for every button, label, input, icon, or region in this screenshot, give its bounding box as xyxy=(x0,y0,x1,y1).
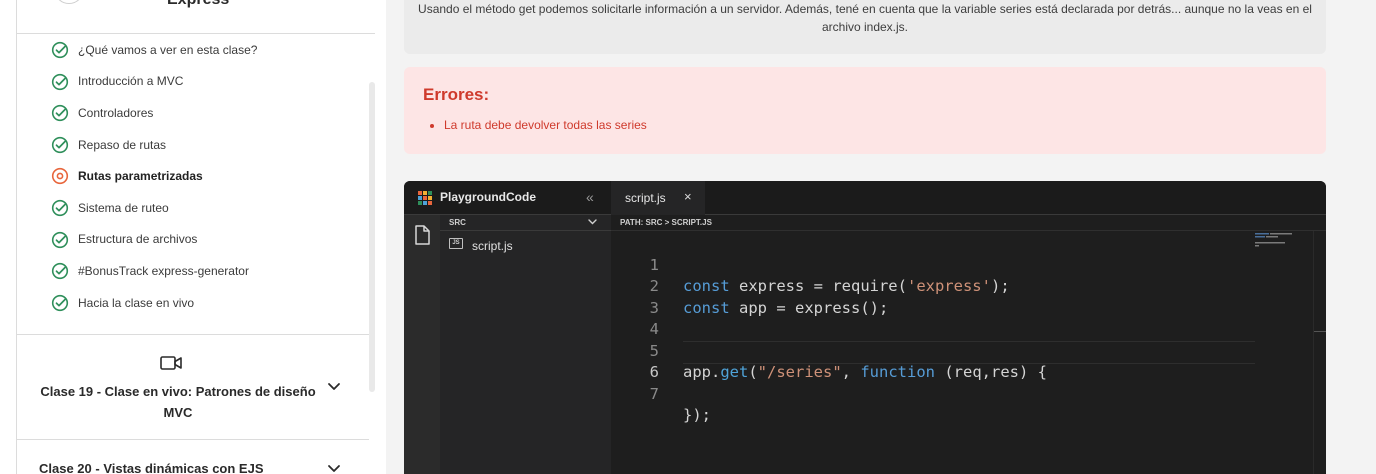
lesson-label: ¿Qué vamos a ver en esta clase? xyxy=(78,42,258,57)
minimap[interactable] xyxy=(1255,233,1315,253)
check-circle-icon xyxy=(51,199,69,217)
lesson-label: Controladores xyxy=(78,105,154,120)
playground-code: PlaygroundCode « script.js × SRC JS scri… xyxy=(404,181,1326,474)
playground-header: PlaygroundCode « script.js × xyxy=(404,181,1326,215)
editor-scrollbar[interactable] xyxy=(1313,231,1326,474)
code-line: 4 xyxy=(611,298,1326,338)
chevron-down-icon[interactable] xyxy=(588,219,597,225)
lesson-label: Estructura de archivos xyxy=(78,232,198,247)
lesson-item[interactable]: Controladores xyxy=(17,97,367,129)
path-label: PATH: SRC > SCRIPT.JS xyxy=(620,218,712,227)
clase-19-title: Clase 19 - Clase en vivo: Patrones de di… xyxy=(40,384,316,420)
instructions-text: Usando el método get podemos solicitarle… xyxy=(418,2,1312,34)
tab-label: script.js xyxy=(625,191,666,205)
check-circle-icon xyxy=(51,41,69,59)
check-circle-icon xyxy=(51,231,69,248)
code-line: 3 xyxy=(611,276,1326,317)
file-explorer: SRC JS script.js xyxy=(440,215,611,474)
lesson-list: ¿Qué vamos a ver en esta clase? Introduc… xyxy=(17,34,367,318)
module-title: Express xyxy=(167,0,229,9)
code-area[interactable]: 1 const express = require('express'); 2 … xyxy=(611,233,1326,425)
collapse-sidebar-icon[interactable]: « xyxy=(586,189,594,205)
check-circle-icon xyxy=(51,263,69,280)
sidebar-scrollbar[interactable] xyxy=(369,82,375,392)
file-path: PATH: SRC > SCRIPT.JS xyxy=(611,215,1326,231)
error-item: La ruta debe devolver todas las series xyxy=(444,118,647,132)
lesson-label: Rutas parametrizadas xyxy=(78,169,203,184)
lesson-label: Introducción a MVC xyxy=(78,74,184,89)
lesson-item[interactable]: Hacia la clase en vivo xyxy=(17,287,367,319)
instructions-card: Usando el método get podemos solicitarle… xyxy=(404,0,1326,54)
video-camera-icon xyxy=(160,356,182,370)
lesson-item[interactable]: Repaso de rutas xyxy=(17,129,367,161)
clase-19-section[interactable]: Clase 19 - Clase en vivo: Patrones de di… xyxy=(17,335,369,439)
page: Express ¿Qué vamos a ver en esta clase? … xyxy=(0,0,1376,474)
files-icon[interactable] xyxy=(413,225,431,245)
playground-title: PlaygroundCode xyxy=(440,190,537,204)
main-content: Usando el método get podemos solicitarle… xyxy=(386,0,1376,474)
code-line: 1 const express = require('express'); xyxy=(611,233,1326,296)
tab-script-js[interactable]: script.js × xyxy=(611,181,705,215)
in-progress-icon xyxy=(51,168,69,185)
scroll-marker xyxy=(1314,331,1326,332)
lesson-label: Sistema de ruteo xyxy=(78,200,169,215)
lesson-item[interactable]: Introducción a MVC xyxy=(17,66,367,98)
lesson-label: Repaso de rutas xyxy=(78,137,167,152)
check-circle-icon xyxy=(51,105,69,122)
lesson-item[interactable]: #BonusTrack express-generator xyxy=(17,255,367,287)
check-circle-icon xyxy=(51,136,69,153)
folder-label: SRC xyxy=(449,218,466,227)
js-file-icon: JS xyxy=(449,238,463,249)
errors-list: La ruta debe devolver todas las series xyxy=(444,118,647,132)
file-name: script.js xyxy=(472,239,513,253)
code-line-current: 6 xyxy=(611,340,1326,381)
code-editor[interactable]: PATH: SRC > SCRIPT.JS 1 const express = … xyxy=(611,215,1326,474)
close-icon[interactable]: × xyxy=(684,189,692,204)
lesson-item[interactable]: Estructura de archivos xyxy=(17,224,367,256)
chevron-down-icon[interactable] xyxy=(327,464,341,474)
playground-logo-icon xyxy=(418,191,432,205)
lesson-item[interactable]: Sistema de ruteo xyxy=(17,192,367,224)
folder-header[interactable]: SRC xyxy=(440,215,611,231)
lesson-item[interactable]: ¿Qué vamos a ver en esta clase? xyxy=(17,34,367,66)
code-line: 2 const app = express(); xyxy=(611,255,1326,317)
code-text: }); xyxy=(683,406,711,424)
lesson-label: Hacia la clase en vivo xyxy=(78,295,195,310)
code-line: 7 }); xyxy=(611,362,1326,425)
course-sidebar: Express ¿Qué vamos a ver en esta clase? … xyxy=(16,0,376,474)
lesson-label: #BonusTrack express-generator xyxy=(78,263,249,278)
divider xyxy=(17,439,369,440)
errors-title: Errores: xyxy=(423,85,490,104)
activity-bar xyxy=(404,215,440,474)
check-circle-icon xyxy=(51,294,69,311)
lesson-item-current[interactable]: Rutas parametrizadas xyxy=(17,160,367,192)
check-circle-icon xyxy=(51,73,69,90)
module-header[interactable]: Express xyxy=(17,0,375,34)
module-icon xyxy=(54,0,84,4)
clase-20-title[interactable]: Clase 20 - Vistas dinámicas con EJS xyxy=(39,461,264,474)
errors-card: Errores: La ruta debe devolver todas las… xyxy=(404,67,1326,154)
chevron-down-icon[interactable] xyxy=(327,382,341,392)
code-line: 5 app.get("/series", function (req,res) … xyxy=(611,319,1326,382)
line-number: 7 xyxy=(649,384,659,403)
